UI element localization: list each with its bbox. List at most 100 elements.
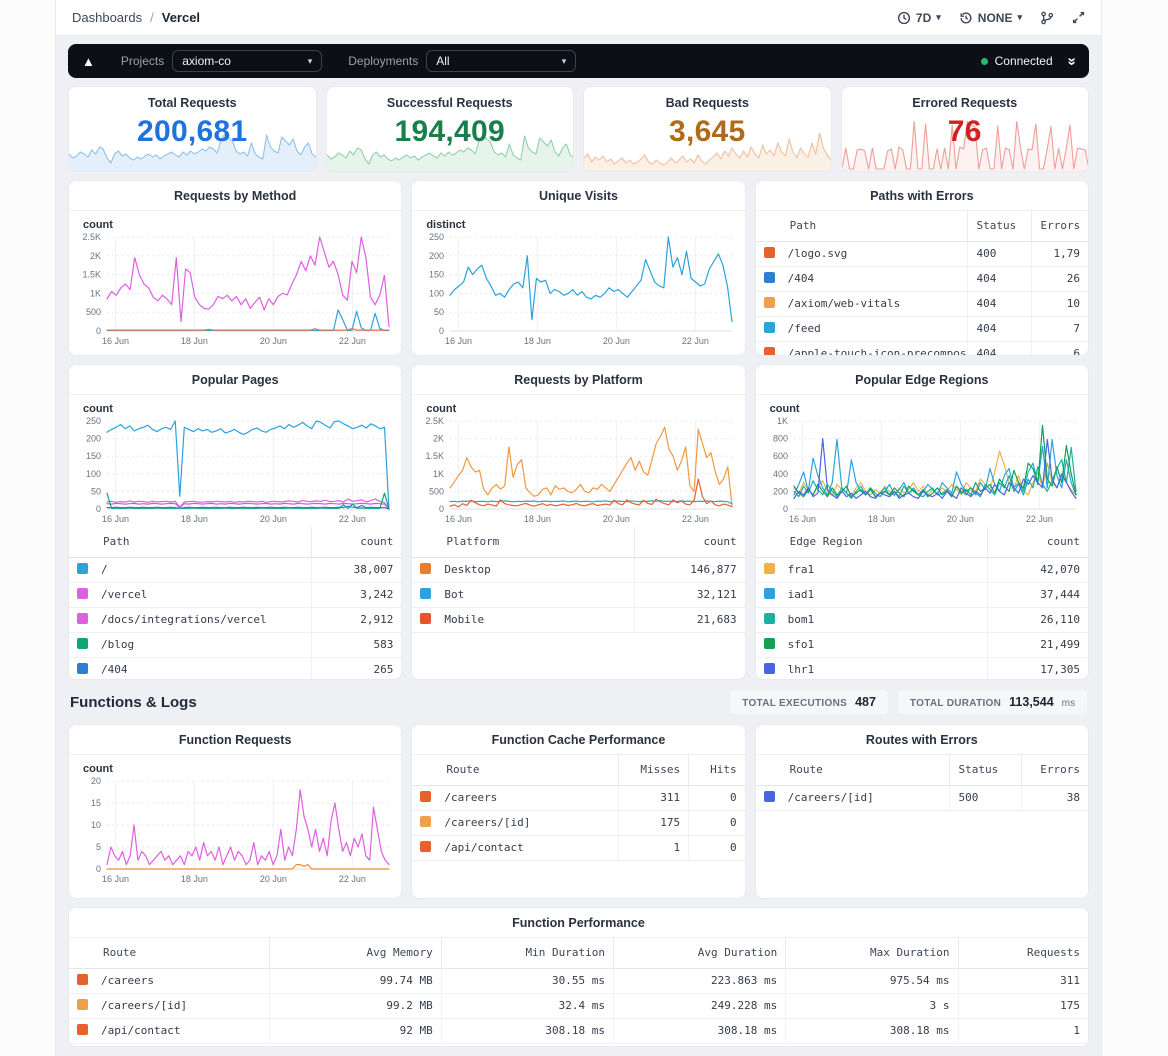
row-value-cell: 42,070	[988, 557, 1088, 582]
row-label-cell: Desktop	[412, 557, 634, 582]
left-margin	[0, 0, 56, 1056]
table-row: Desktop146,877	[412, 557, 744, 582]
svg-text:10: 10	[91, 820, 101, 830]
series-swatch-icon	[77, 563, 88, 574]
svg-text:20 Jun: 20 Jun	[603, 514, 630, 524]
stat-cards-row: Total Requests 200,681 Successful Reques…	[68, 86, 1089, 172]
row-label-cell: /vercel	[69, 582, 311, 607]
series-swatch-icon	[77, 1024, 88, 1035]
svg-text:5: 5	[96, 842, 101, 852]
svg-text:18 Jun: 18 Jun	[524, 336, 551, 346]
table-row: /logo.svg4001,79	[756, 241, 1088, 266]
row-value-cell: 404	[968, 291, 1032, 316]
row-value-cell: 99.2 MB	[269, 993, 441, 1018]
panel-title: Popular Pages	[69, 365, 401, 395]
right-margin	[1101, 0, 1168, 1056]
y-axis-label: distinct	[426, 219, 744, 231]
svg-text:800: 800	[773, 434, 788, 444]
dashboard-content: ▲ Projects axiom-co ▾ Deployments All ▾ …	[56, 36, 1101, 1056]
row-value-cell: 308.18 ms	[786, 1018, 958, 1043]
app-root: Dashboards / Vercel 7D ▾ NONE ▾	[0, 0, 1168, 1056]
projects-select-value: axiom-co	[182, 54, 231, 68]
row-value-cell: 249.228 ms	[614, 993, 786, 1018]
svg-text:250: 250	[429, 232, 444, 242]
column-header: Requests	[958, 938, 1088, 968]
table-row: lhr117,305	[756, 657, 1088, 680]
series-swatch-icon	[420, 841, 431, 852]
row-value-cell: 308.18 ms	[441, 1018, 613, 1043]
column-header: Misses	[619, 755, 689, 785]
svg-text:0: 0	[439, 504, 444, 514]
platform-table: PlatformcountDesktop146,877Bot32,121Mobi…	[412, 527, 744, 633]
column-header: Hits	[689, 755, 745, 785]
row-value-cell: 3 s	[786, 993, 958, 1018]
fullscreen-button[interactable]	[1072, 11, 1085, 24]
row-label-cell: Bot	[412, 582, 634, 607]
svg-text:20 Jun: 20 Jun	[603, 336, 630, 346]
svg-text:16 Jun: 16 Jun	[102, 514, 129, 524]
stat-card-successful-requests: Successful Requests 194,409	[326, 86, 575, 172]
panel-title: Function Requests	[69, 725, 401, 755]
projects-select[interactable]: axiom-co ▾	[172, 50, 322, 72]
breadcrumb-current: Vercel	[162, 10, 200, 25]
series-swatch-icon	[77, 588, 88, 599]
chevron-down-icon: ▾	[562, 56, 567, 67]
row-value-cell: 265	[311, 657, 401, 680]
panel-unique-visits: Unique Visits distinct 16 Jun18 Jun20 Ju…	[411, 180, 745, 356]
table-row: /careers3110	[412, 785, 744, 810]
table-row: Bot32,121	[412, 582, 744, 607]
svg-text:50: 50	[434, 307, 444, 317]
row-label-cell: bom1	[756, 607, 988, 632]
time-range-dropdown[interactable]: 7D ▾	[897, 11, 941, 25]
svg-text:20 Jun: 20 Jun	[260, 336, 287, 346]
routes-with-errors-table: RouteStatusErrors/careers/[id]50038	[756, 755, 1088, 811]
badge-value: 113,544	[1009, 695, 1054, 709]
svg-text:22 Jun: 22 Jun	[682, 336, 709, 346]
row-value-cell: 99.74 MB	[269, 968, 441, 993]
breadcrumb: Dashboards / Vercel	[72, 10, 200, 25]
svg-text:0: 0	[439, 326, 444, 336]
row-value-cell: 32,121	[635, 582, 745, 607]
column-header: Route	[69, 938, 269, 968]
y-axis-label: count	[426, 403, 744, 415]
panel-title: Unique Visits	[412, 181, 744, 211]
svg-text:100: 100	[429, 288, 444, 298]
svg-text:2.5K: 2.5K	[426, 416, 445, 426]
row-value-cell: 404	[968, 266, 1032, 291]
stat-value: 76	[842, 115, 1089, 149]
row-value-cell: 500	[950, 785, 1022, 810]
charts-row-2: Popular Pages count 16 Jun18 Jun20 Jun22…	[68, 364, 1089, 680]
row-value-cell: 7	[1032, 316, 1088, 341]
table-row: iad137,444	[756, 582, 1088, 607]
panel-paths-with-errors: Paths with Errors PathStatusErrors/logo.…	[755, 180, 1089, 356]
series-swatch-icon	[764, 638, 775, 649]
version-branch-button[interactable]	[1040, 11, 1054, 25]
series-swatch-icon	[764, 297, 775, 308]
column-header: Avg Memory	[269, 938, 441, 968]
series-swatch-icon	[764, 613, 775, 624]
row-label-cell: Mobile	[412, 607, 634, 632]
chevron-down-icon: ▾	[308, 56, 313, 67]
edge-regions-table: Edge Regioncountfra142,070iad137,444bom1…	[756, 527, 1088, 680]
row-value-cell: 26,110	[988, 607, 1088, 632]
row-value-cell: 146,877	[635, 557, 745, 582]
deployments-select[interactable]: All ▾	[426, 50, 576, 72]
svg-text:200: 200	[86, 434, 101, 444]
stat-title: Errored Requests	[842, 96, 1089, 110]
series-swatch-icon	[764, 563, 775, 574]
double-chevron-down-icon[interactable]: «	[1063, 57, 1078, 65]
panel-function-requests: Function Requests count 16 Jun18 Jun20 J…	[68, 724, 402, 899]
table-header-row: Platformcount	[412, 527, 744, 557]
badge-value: 487	[855, 695, 876, 709]
breadcrumb-dashboards[interactable]: Dashboards	[72, 10, 142, 25]
svg-text:2.5K: 2.5K	[82, 232, 101, 242]
table-row: /axiom/web-vitals40410	[756, 291, 1088, 316]
row-label-cell: /docs/integrations/vercel	[69, 607, 311, 632]
row-value-cell: 38	[1022, 785, 1088, 810]
compare-value: NONE	[978, 11, 1013, 25]
column-header: count	[311, 527, 401, 557]
panel-requests-by-platform: Requests by Platform count 16 Jun18 Jun2…	[411, 364, 745, 680]
compare-dropdown[interactable]: NONE ▾	[959, 11, 1022, 25]
series-swatch-icon	[77, 974, 88, 985]
row-value-cell: 404	[968, 341, 1032, 356]
